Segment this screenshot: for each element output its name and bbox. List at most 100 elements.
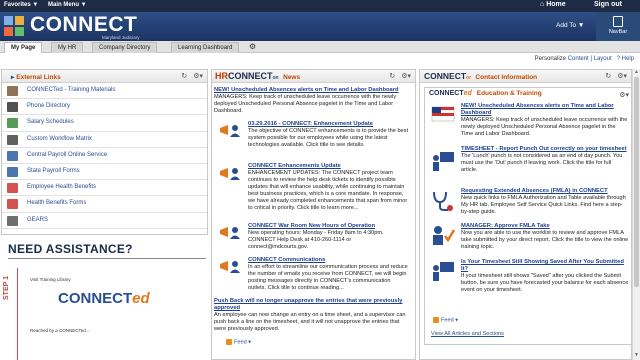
news-item: NEW! Unscheduled Absences alerts on Time… [214, 87, 409, 115]
contact-feed-link[interactable]: Feed ▾ [433, 317, 458, 323]
refresh-icon[interactable]: ↻ [605, 73, 611, 80]
tab-settings-gear-icon[interactable]: ⚙ [249, 42, 256, 51]
tab-strip: My Page My HR Company Directory Learning… [0, 41, 640, 53]
home-link[interactable]: ⌂ Home [540, 1, 566, 8]
news-headline-link[interactable]: CONNECT Communications [248, 257, 409, 264]
external-link-label: Custom Workflow Matrix [27, 135, 92, 142]
external-link-label: Health Benefits Forms [27, 200, 87, 207]
contact-headline-link[interactable]: TIMESHEET - Report Punch Out correctly o… [461, 146, 629, 153]
navbar-icon [613, 16, 623, 27]
contact-item: Requesting Extended Absences (FMLA) in C… [461, 188, 629, 216]
external-link-item[interactable]: Salary Schedules [2, 115, 207, 132]
workflow-icon [7, 134, 18, 145]
navbar-button[interactable]: NavBar [596, 12, 640, 41]
view-all-articles-link[interactable]: View All Articles and Sections [431, 331, 504, 337]
pagelet-title: HRCONNECTon News [215, 71, 301, 81]
scroll-up-icon[interactable]: ▲ [634, 69, 639, 75]
pagelet-header: CONNECTor Contact Information ↻ ⚙▾ [420, 70, 631, 83]
personalize-bar: Personalize Content | Layout ? Help [534, 56, 634, 62]
help-icon[interactable]: ? [617, 56, 620, 62]
home-icon: ⌂ [540, 1, 545, 8]
external-link-item[interactable]: Central Payroll Online Service [2, 148, 207, 164]
page-scrollbar[interactable]: ▲ ▼ [632, 69, 640, 360]
news-headline-link[interactable]: 03.29.2016 - CONNECT: Enhancement Update [248, 121, 409, 128]
forms-icon [7, 166, 18, 177]
reach-label: Reached by a CONNECTed ... [30, 328, 91, 333]
pagelet-header: HRCONNECTon News ↻ ⚙▾ [212, 70, 415, 83]
flag-icon [431, 106, 455, 122]
news-headline-link[interactable]: CONNECT War Room New Hours of Operation [248, 223, 409, 230]
news-headline-link[interactable]: Push Back will no longer unapprove the e… [214, 298, 409, 312]
external-link-label: Employee Health Benefits [27, 184, 97, 191]
presenter-icon [433, 262, 454, 281]
sign-out-link[interactable]: Sign out [594, 1, 622, 8]
health-icon [7, 183, 18, 194]
payroll-icon [7, 150, 18, 161]
tab-my-hr[interactable]: My HR [51, 42, 84, 53]
add-to-menu[interactable]: Add To ▼ [556, 22, 584, 29]
news-item: CONNECT Communications In an effort to s… [248, 257, 409, 291]
help-link[interactable]: Help [622, 56, 634, 62]
settings-gear-icon[interactable]: ⚙▾ [193, 73, 203, 80]
contact-item: NEW! Unscheduled Absences alerts on Time… [461, 103, 629, 137]
external-link-item[interactable]: Employee Health Benefits [2, 180, 207, 197]
external-link-item[interactable]: State Payroll Forms [2, 164, 207, 181]
scroll-down-icon[interactable]: ▼ [634, 352, 639, 358]
tab-learning-dashboard[interactable]: Learning Dashboard [171, 42, 240, 53]
refresh-icon[interactable]: ↻ [389, 73, 395, 80]
external-link-item[interactable]: Health Benefits Forms [2, 196, 207, 213]
phone-icon [7, 102, 18, 113]
settings-gear-icon[interactable]: ⚙▾ [619, 91, 629, 99]
collapse-arrow-icon[interactable]: ▸ [11, 74, 14, 81]
external-link-item[interactable]: Custom Workflow Matrix [2, 132, 207, 148]
pagelet-title: External Links [16, 74, 61, 81]
health-forms-icon [7, 199, 18, 210]
settings-gear-icon[interactable]: ⚙▾ [401, 73, 411, 80]
connect-logo-icon [4, 16, 24, 36]
refresh-icon[interactable]: ↻ [181, 73, 187, 80]
tab-company-directory[interactable]: Company Directory [92, 42, 158, 53]
education-training-section: CONNECTed Education & Training ⚙▾ NEW! U… [424, 87, 631, 345]
scrollbar-thumb[interactable] [634, 77, 639, 287]
contact-item: TIMESHEET - Report Punch Out correctly o… [461, 146, 629, 174]
contact-information-pagelet: CONNECTor Contact Information ↻ ⚙▾ CONNEC… [419, 69, 632, 360]
hr-connection-news-pagelet: HRCONNECTon News ↻ ⚙▾ NEW! Unscheduled Ab… [211, 69, 416, 360]
megaphone-icon [220, 168, 240, 180]
need-assistance-banner[interactable]: NEED ASSISTANCE? STEP 1 Visit Training L… [0, 236, 208, 360]
personalize-layout-link[interactable]: Layout [594, 56, 612, 62]
news-list: NEW! Unscheduled Absences alerts on Time… [214, 85, 413, 359]
app-logo-text: CONNECT [30, 13, 138, 36]
money-icon [7, 118, 18, 129]
pagelet-title: CONNECTor Contact Information [424, 71, 538, 81]
external-link-item[interactable]: CONNECTed - Training Materials [2, 83, 207, 100]
external-link-item[interactable]: Phone Directory [2, 99, 207, 116]
personalize-content-link[interactable]: Content [568, 56, 589, 62]
stethoscope-icon [433, 191, 453, 211]
contact-headline-link[interactable]: Is Your Timesheet Still Showing Saved Af… [461, 259, 629, 273]
settings-gear-icon[interactable]: ⚙▾ [617, 73, 627, 80]
main-menu[interactable]: Main Menu ▼ [48, 2, 87, 8]
contact-headline-link[interactable]: NEW! Unscheduled Absences alerts on Time… [461, 103, 629, 117]
news-headline-link[interactable]: NEW! Unscheduled Absences alerts on Time… [214, 87, 409, 94]
external-link-item[interactable]: GEARS [2, 213, 207, 229]
tab-my-page[interactable]: My Page [4, 42, 43, 53]
megaphone-icon [220, 261, 240, 273]
news-headline-link[interactable]: CONNECT Enhancements Update [248, 163, 409, 170]
app-tagline: Maryland Judiciary [102, 35, 140, 40]
gears-icon [7, 215, 18, 226]
section-brand: CONNECTed Education & Training [429, 90, 542, 97]
megaphone-icon [220, 227, 240, 239]
news-feed-link[interactable]: Feed ▾ [226, 339, 251, 346]
pagelet-header: ▸ External Links ↻ ⚙▾ [2, 70, 207, 83]
external-link-label: State Payroll Forms [27, 167, 80, 174]
presenter-icon [433, 152, 454, 171]
rss-feed-icon [433, 317, 439, 323]
news-item: CONNECT War Room New Hours of Operation … [248, 223, 409, 251]
external-link-label: CONNECTed - Training Materials [27, 87, 116, 93]
connected-brand: CONNECTed [58, 290, 150, 307]
megaphone-icon [220, 125, 240, 137]
news-item: 03.29.2016 - CONNECT: Enhancement Update… [248, 121, 409, 148]
favorites-menu[interactable]: Favorites ▼ [4, 2, 38, 8]
contact-headline-link[interactable]: Requesting Extended Absences (FMLA) in C… [461, 188, 629, 195]
contact-headline-link[interactable]: MANAGER: Approve FMLA Take [461, 223, 629, 230]
